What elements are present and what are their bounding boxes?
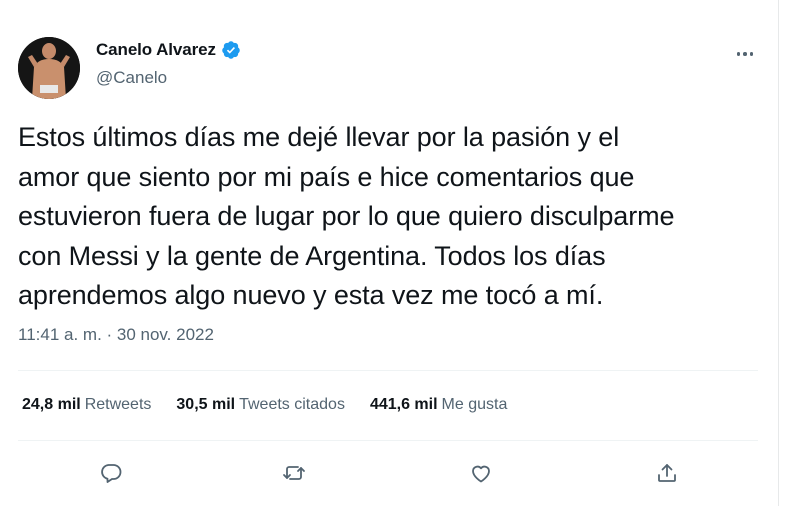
avatar-photo [18,37,80,99]
author-display-name[interactable]: Canelo Alvarez [96,40,216,60]
retweet-icon[interactable] [279,458,309,488]
stat-label: Tweets citados [239,396,345,413]
stat-count: 30,5 mil [176,396,236,413]
divider [18,440,758,441]
author-name-row[interactable]: Canelo Alvarez [96,40,241,60]
stat-likes[interactable]: 441,6 mil Me gusta [370,396,507,414]
author-handle[interactable]: @Canelo [96,68,167,88]
divider [18,370,758,371]
column-border [778,0,779,506]
stat-count: 24,8 mil [22,396,81,413]
tweet-timestamp[interactable]: 11:41 a. m. · 30 nov. 2022 [18,325,214,345]
stat-label: Retweets [84,396,152,413]
stat-count: 441,6 mil [369,396,438,413]
share-icon[interactable] [652,458,682,488]
like-icon[interactable] [466,458,496,488]
tweet-text: Estos últimos días me dejé llevar por la… [18,122,675,310]
avatar[interactable] [18,37,80,99]
stat-quote-tweets[interactable]: 30,5 mil Tweets citados [176,396,345,414]
more-options-icon[interactable] [733,44,757,64]
tweet-stats: 24,8 mil Retweets 30,5 mil Tweets citados … [22,396,532,414]
stat-retweets[interactable]: 24,8 mil Retweets [22,396,151,414]
stat-label: Me gusta [441,396,508,413]
reply-icon[interactable] [96,458,126,488]
verified-badge-icon [221,40,241,60]
